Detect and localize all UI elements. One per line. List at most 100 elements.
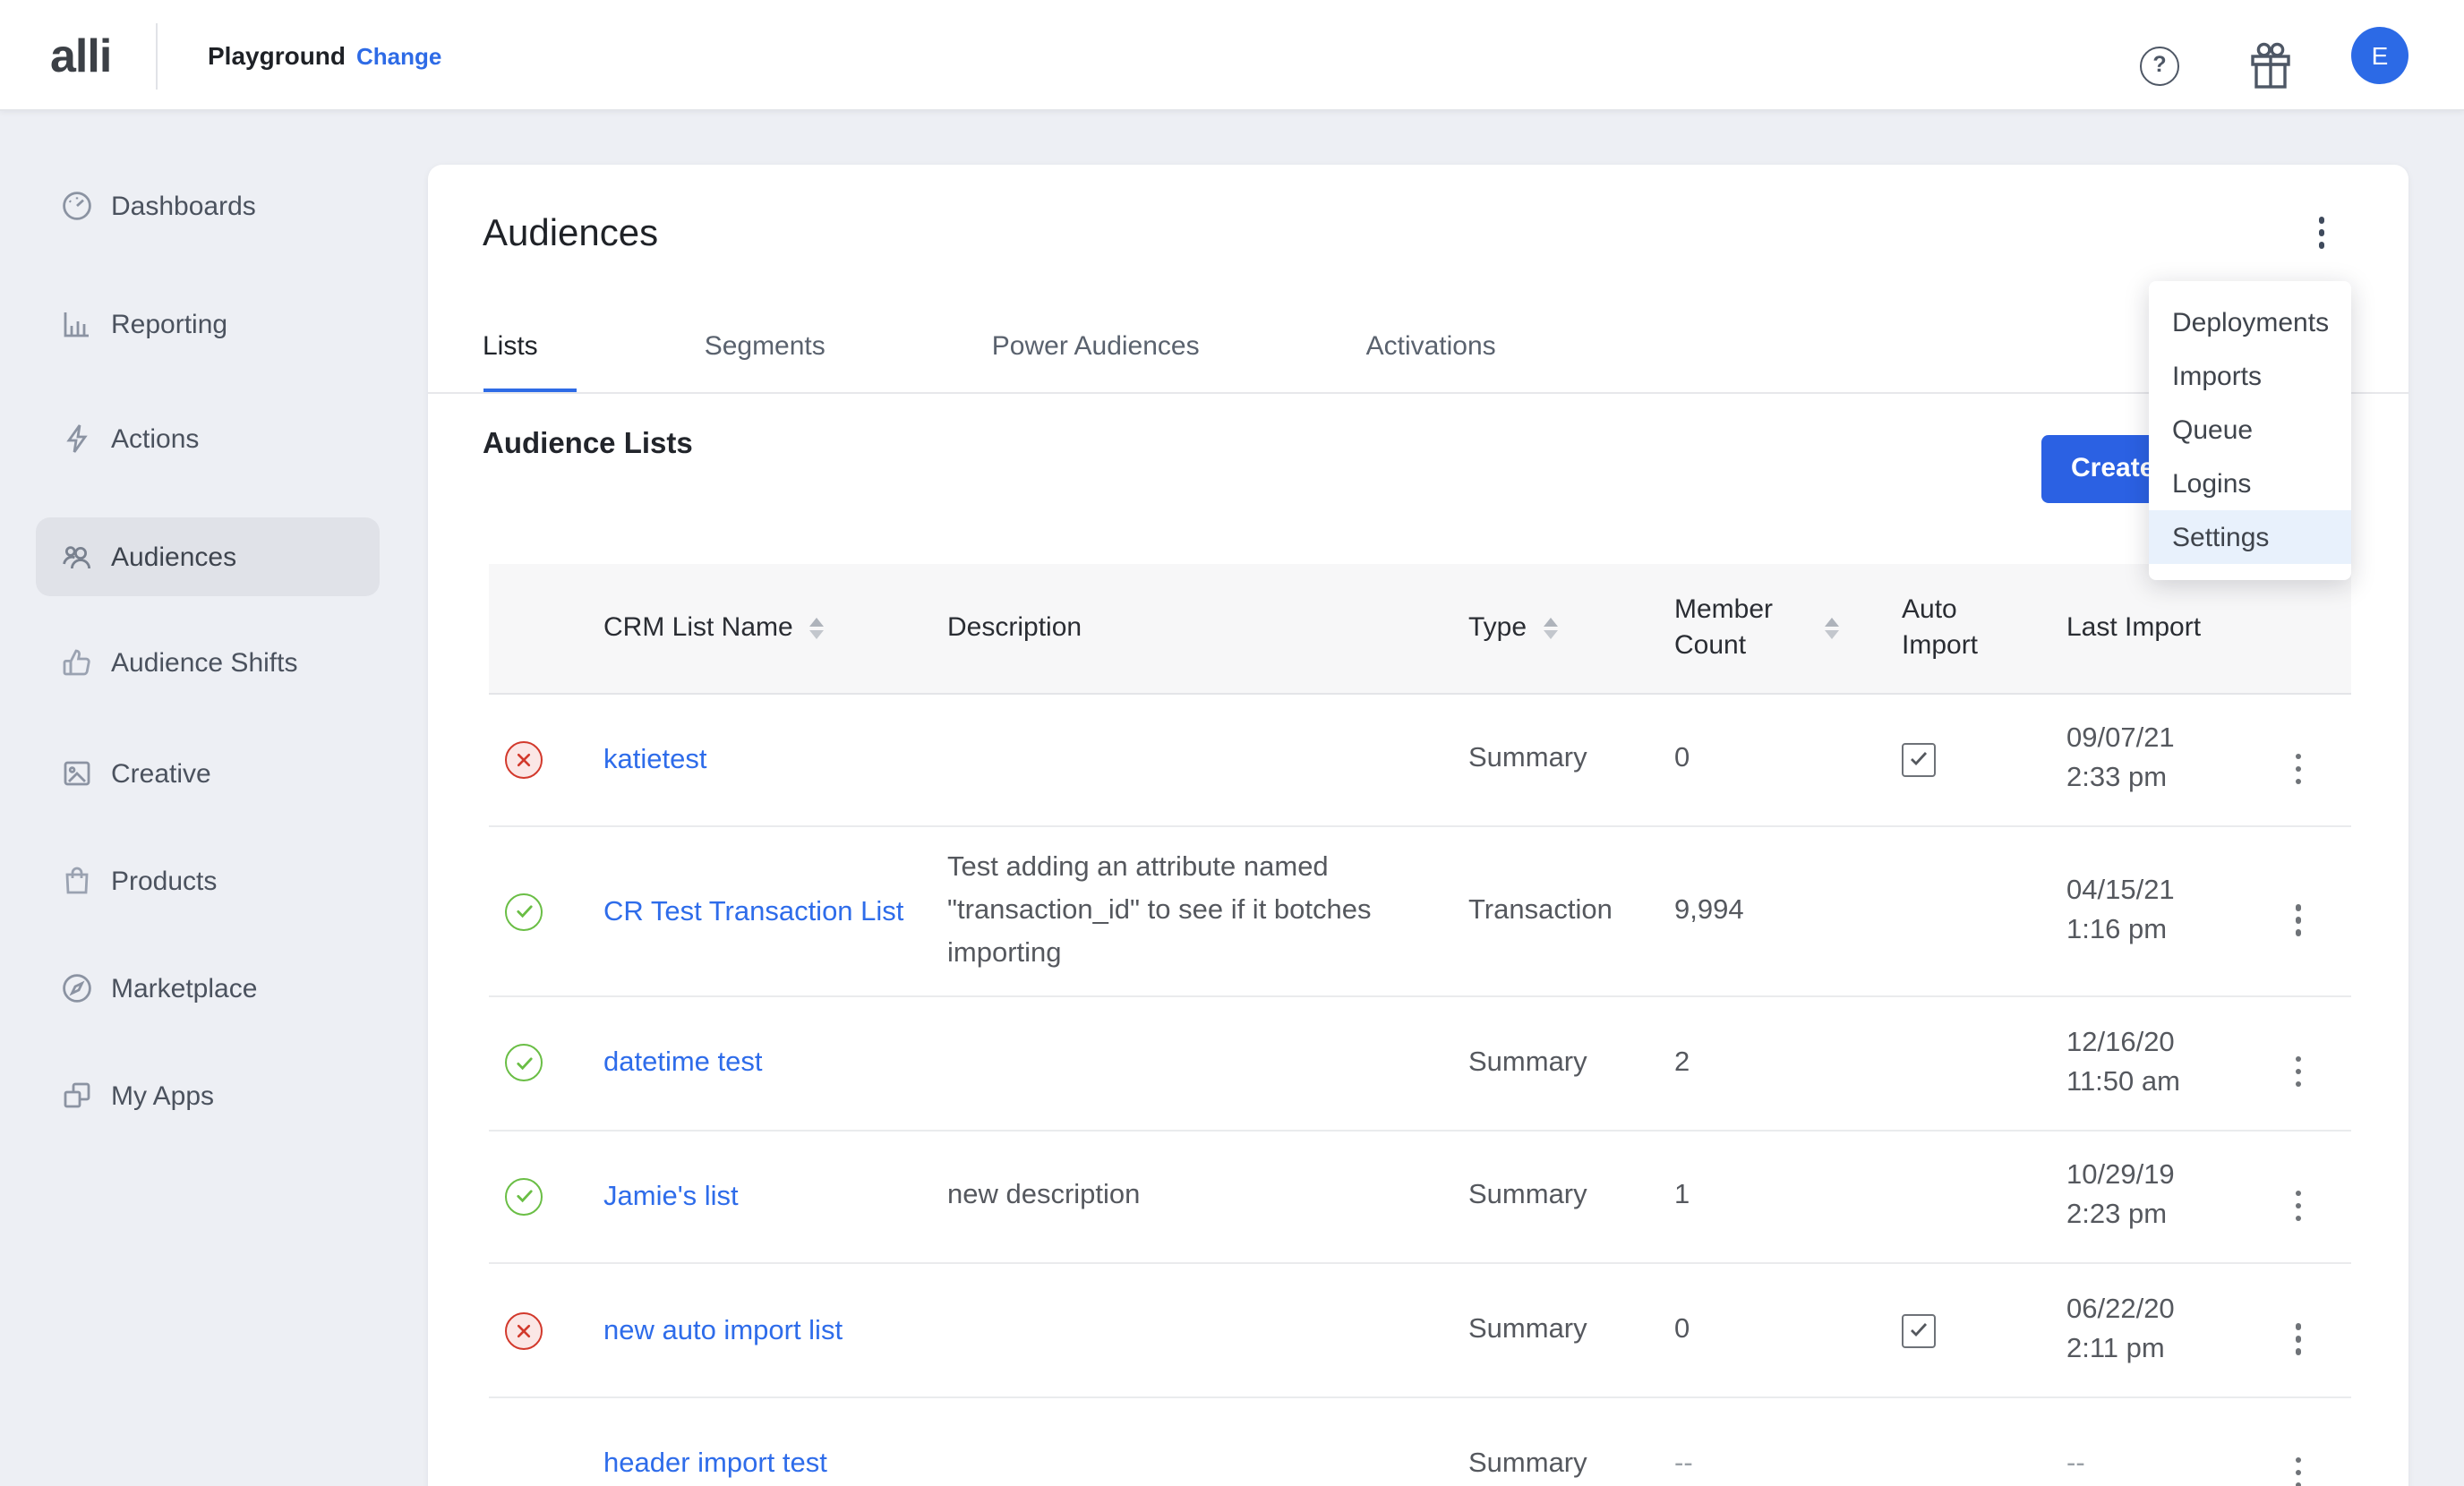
row-actions-icon[interactable]	[2296, 1191, 2301, 1221]
sort-icon[interactable]	[1543, 617, 1557, 639]
alli-logo: alli	[50, 29, 111, 84]
last-import: --	[2066, 1444, 2253, 1483]
list-description: new description	[947, 1156, 1468, 1238]
sidebar-item-my-apps[interactable]: My Apps	[36, 1056, 380, 1135]
column-header: Last Import	[2066, 611, 2253, 646]
list-name-link[interactable]: new auto import list	[603, 1315, 843, 1345]
audience-shifts-icon	[61, 646, 93, 679]
import-error-icon	[506, 741, 543, 779]
sidebar-item-label: My Apps	[111, 1080, 214, 1111]
help-icon[interactable]: ?	[2140, 47, 2179, 86]
last-import: 12/16/2011:50 am	[2066, 1024, 2253, 1103]
my-apps-icon	[61, 1080, 93, 1112]
sidebar-item-label: Actions	[111, 423, 199, 454]
tab-segments[interactable]: Segments	[705, 308, 826, 392]
table-row: header import testSummary----	[488, 1398, 2351, 1486]
import-success-icon	[506, 1178, 543, 1216]
sort-icon[interactable]	[1825, 617, 1839, 639]
change-workspace-link[interactable]: Change	[356, 43, 441, 70]
marketplace-icon	[61, 972, 93, 1004]
sidebar-item-products[interactable]: Products	[36, 841, 380, 920]
auto-import-checkbox[interactable]	[1902, 743, 1936, 777]
list-description: Test adding an attribute named "transact…	[947, 827, 1468, 995]
dashboard-icon	[61, 190, 93, 222]
sidebar-item-reporting[interactable]: Reporting	[36, 285, 380, 363]
sidebar: Dashboards Reporting Actions Audiences Audie…	[0, 111, 426, 1486]
menu-item-deployments[interactable]: Deployments	[2149, 295, 2351, 349]
last-import: 06/22/202:11 pm	[2066, 1291, 2253, 1370]
row-actions-icon[interactable]	[2296, 905, 2301, 935]
sidebar-item-label: Products	[111, 866, 217, 896]
sidebar-item-actions[interactable]: Actions	[36, 399, 380, 478]
tab-activations[interactable]: Activations	[1366, 308, 1496, 392]
table-row: Jamie's listnew descriptionSummary110/29…	[488, 1131, 2351, 1264]
tabs-divider	[427, 391, 2408, 393]
sidebar-item-dashboards[interactable]: Dashboards	[36, 167, 380, 245]
actions-icon	[61, 423, 93, 455]
list-name-link[interactable]: datetime test	[603, 1048, 763, 1079]
column-header[interactable]: CRM List Name	[603, 611, 947, 646]
column-header[interactable]: Type	[1468, 611, 1674, 646]
member-count: 0	[1674, 1314, 1902, 1346]
gift-icon[interactable]	[2249, 41, 2292, 90]
context-menu: DeploymentsImportsQueueLoginsSettings	[2149, 280, 2351, 580]
list-description	[947, 740, 1468, 780]
import-error-icon	[506, 1311, 543, 1349]
list-description	[947, 1311, 1468, 1350]
creative-icon	[61, 757, 93, 790]
list-description	[947, 1444, 1468, 1483]
list-name-link[interactable]: header import test	[603, 1448, 827, 1479]
last-import: 09/07/212:33 pm	[2066, 721, 2253, 799]
column-header: Auto Import	[1902, 593, 2066, 664]
products-icon	[61, 865, 93, 897]
row-actions-icon[interactable]	[2296, 753, 2301, 783]
column-header: Description	[947, 611, 1468, 646]
member-count: 2	[1674, 1047, 1902, 1080]
list-type: Summary	[1468, 1181, 1674, 1213]
member-count: 1	[1674, 1181, 1902, 1213]
sidebar-item-audience-shifts[interactable]: Audience Shifts	[36, 623, 380, 702]
column-header[interactable]: Member Count	[1674, 593, 1902, 664]
list-name-link[interactable]: CR Test Transaction List	[603, 896, 903, 927]
list-type: Transaction	[1468, 895, 1674, 927]
menu-item-settings[interactable]: Settings	[2149, 510, 2351, 564]
tab-power-audiences[interactable]: Power Audiences	[992, 308, 1200, 392]
list-name-link[interactable]: Jamie's list	[603, 1182, 739, 1212]
table-row: new auto import list Summary0 06/22/202:11…	[488, 1265, 2351, 1398]
row-actions-icon[interactable]	[2296, 1324, 2301, 1354]
auto-import-checkbox[interactable]	[1902, 1313, 1936, 1347]
list-name-link[interactable]: katietest	[603, 745, 706, 775]
sort-icon[interactable]	[809, 617, 824, 639]
sidebar-item-label: Reporting	[111, 309, 227, 339]
row-actions-icon[interactable]	[2296, 1457, 2301, 1486]
tab-lists[interactable]: Lists	[483, 308, 538, 392]
last-import: 04/15/211:16 pm	[2066, 872, 2253, 951]
sidebar-item-audiences[interactable]: Audiences	[36, 517, 380, 596]
workspace-name: Playground	[208, 41, 346, 70]
sidebar-item-creative[interactable]: Creative	[36, 734, 380, 813]
menu-item-queue[interactable]: Queue	[2149, 403, 2351, 457]
section-title: Audience Lists	[483, 428, 693, 462]
row-actions-icon[interactable]	[2296, 1056, 2301, 1087]
member-count: --	[1674, 1448, 1902, 1480]
list-description	[947, 1044, 1468, 1083]
table-row: datetime testSummary212/16/2011:50 am	[488, 997, 2351, 1131]
top-bar: alli Playground Change ? E	[0, 0, 2464, 111]
menu-item-logins[interactable]: Logins	[2149, 457, 2351, 510]
list-type: Summary	[1468, 1314, 1674, 1346]
list-type: Summary	[1468, 744, 1674, 776]
more-options-icon[interactable]	[2304, 211, 2340, 254]
sidebar-item-label: Audience Shifts	[111, 647, 297, 678]
sidebar-item-label: Marketplace	[111, 973, 257, 1003]
avatar[interactable]: E	[2351, 27, 2408, 84]
sidebar-item-label: Creative	[111, 758, 211, 789]
menu-item-imports[interactable]: Imports	[2149, 349, 2351, 403]
audiences-icon	[61, 541, 93, 573]
sidebar-item-marketplace[interactable]: Marketplace	[36, 949, 380, 1028]
table-row: CR Test Transaction List Test adding an a…	[488, 827, 2351, 997]
list-type: Summary	[1468, 1448, 1674, 1480]
tab-bar: Lists Segments Power Audiences Activations	[483, 308, 1663, 392]
reporting-icon	[61, 308, 93, 340]
import-success-icon	[506, 892, 543, 930]
table-row: katietestSummary009/07/212:33 pm	[488, 694, 2351, 827]
